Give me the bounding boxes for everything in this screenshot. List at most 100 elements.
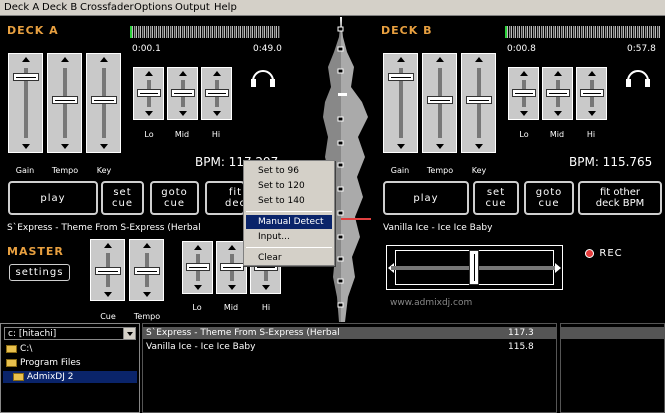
deck-a-eq-lo-slider[interactable] (133, 67, 164, 120)
arrow-up-icon[interactable] (227, 245, 236, 250)
arrow-down-icon[interactable] (227, 285, 236, 290)
crossfader-knob[interactable] (469, 250, 479, 285)
arrow-up-icon[interactable] (553, 71, 562, 76)
deck-a-fit-deck-button[interactable]: fit dec (205, 181, 245, 215)
arrow-down-icon[interactable] (435, 144, 444, 149)
deck-a-gain-slider[interactable] (8, 53, 43, 153)
deck-a-play-button[interactable]: play (8, 181, 98, 215)
master-cue-slider[interactable] (90, 239, 125, 301)
record-icon[interactable] (585, 249, 594, 258)
deck-a-waveform[interactable] (130, 26, 280, 38)
arrow-down-icon[interactable] (519, 111, 528, 116)
slider-knob[interactable] (579, 89, 604, 97)
menu-item-clear[interactable]: Clear (246, 251, 332, 265)
deck-b-tempo-slider[interactable] (422, 53, 457, 153)
slider-knob[interactable] (185, 263, 210, 271)
arrow-up-icon[interactable] (519, 71, 528, 76)
arrow-up-icon[interactable] (178, 71, 187, 76)
slider-knob[interactable] (90, 96, 117, 104)
slider-knob[interactable] (170, 89, 195, 97)
track-row[interactable]: Vanilla Ice - Ice Ice Baby 115.8 (143, 341, 556, 353)
master-tempo-slider[interactable] (129, 239, 164, 301)
menu-item-set-140[interactable]: Set to 140 (246, 194, 332, 208)
slider-knob[interactable] (51, 96, 78, 104)
slider-knob[interactable] (465, 96, 492, 104)
chevron-down-icon[interactable] (123, 328, 135, 339)
menu-deck-a[interactable]: Deck A (4, 2, 39, 13)
arrow-down-icon[interactable] (21, 144, 30, 149)
arrow-right-icon[interactable] (555, 262, 561, 273)
menu-crossfader[interactable]: Crossfader (80, 2, 134, 13)
deck-b-waveform[interactable] (505, 26, 660, 38)
arrow-up-icon[interactable] (474, 57, 483, 62)
arrow-up-icon[interactable] (396, 57, 405, 62)
track-row[interactable]: S`Express - Theme From S-Express (Herbal… (143, 327, 556, 339)
menu-item-set-96[interactable]: Set to 96 (246, 164, 332, 178)
arrow-down-icon[interactable] (587, 111, 596, 116)
menu-item-manual-detect[interactable]: Manual Detect (246, 215, 332, 229)
master-eq-lo-slider[interactable] (182, 241, 213, 294)
tree-item-program-files[interactable]: Program Files (6, 357, 81, 369)
settings-button[interactable]: settings (9, 264, 70, 281)
deck-a-headphone-icon[interactable] (250, 65, 276, 87)
arrow-down-icon[interactable] (212, 111, 221, 116)
arrow-up-icon[interactable] (212, 71, 221, 76)
slider-knob[interactable] (511, 89, 536, 97)
arrow-up-icon[interactable] (103, 243, 112, 248)
arrow-down-icon[interactable] (193, 285, 202, 290)
slider-knob[interactable] (204, 89, 229, 97)
menu-item-set-120[interactable]: Set to 120 (246, 179, 332, 193)
deck-a-eq-hi-slider[interactable] (201, 67, 232, 120)
arrow-up-icon[interactable] (435, 57, 444, 62)
arrow-down-icon[interactable] (103, 292, 112, 297)
crossfader[interactable] (386, 245, 563, 290)
deck-b-play-button[interactable]: play (383, 181, 469, 215)
arrow-up-icon[interactable] (21, 57, 30, 62)
deck-b-gain-slider[interactable] (383, 53, 418, 153)
arrow-up-icon[interactable] (144, 71, 153, 76)
menu-item-input[interactable]: Input... (246, 230, 332, 244)
menu-output[interactable]: Output (175, 2, 210, 13)
slider-knob[interactable] (94, 267, 121, 275)
arrow-up-icon[interactable] (587, 71, 596, 76)
deck-b-goto-cue-button[interactable]: goto cue (524, 181, 574, 215)
arrow-down-icon[interactable] (474, 144, 483, 149)
slider-knob[interactable] (133, 267, 160, 275)
arrow-down-icon[interactable] (178, 111, 187, 116)
deck-b-headphone-icon[interactable] (625, 65, 651, 87)
deck-a-key-slider[interactable] (86, 53, 121, 153)
arrow-up-icon[interactable] (193, 245, 202, 250)
deck-a-eq-mid-slider[interactable] (167, 67, 198, 120)
arrow-up-icon[interactable] (99, 57, 108, 62)
arrow-up-icon[interactable] (60, 57, 69, 62)
arrow-down-icon[interactable] (261, 285, 270, 290)
arrow-down-icon[interactable] (553, 111, 562, 116)
arrow-up-icon[interactable] (142, 243, 151, 248)
menu-deck-b[interactable]: Deck B (42, 2, 77, 13)
arrow-down-icon[interactable] (60, 144, 69, 149)
slider-knob[interactable] (136, 89, 161, 97)
deck-b-eq-hi-slider[interactable] (576, 67, 607, 120)
tree-item-admixdj[interactable]: AdmixDJ 2 (3, 371, 137, 383)
deck-b-bpm[interactable]: BPM: 115.765 (569, 155, 652, 169)
slider-knob[interactable] (219, 263, 244, 271)
deck-a-set-cue-button[interactable]: set cue (101, 181, 144, 215)
slider-knob[interactable] (545, 89, 570, 97)
deck-b-key-slider[interactable] (461, 53, 496, 153)
arrow-down-icon[interactable] (144, 111, 153, 116)
arrow-down-icon[interactable] (142, 292, 151, 297)
deck-b-eq-mid-slider[interactable] (542, 67, 573, 120)
drive-select[interactable]: c: [hitachi] (4, 327, 136, 340)
slider-knob[interactable] (12, 73, 39, 81)
menu-help[interactable]: Help (214, 2, 237, 13)
deck-a-goto-cue-button[interactable]: goto cue (150, 181, 199, 215)
deck-b-set-cue-button[interactable]: set cue (473, 181, 519, 215)
menu-options[interactable]: Options (134, 2, 173, 13)
slider-knob[interactable] (387, 73, 414, 81)
tree-item-root[interactable]: C:\ (6, 343, 32, 355)
deck-b-fit-other-deck-bpm-button[interactable]: fit other deck BPM (578, 181, 662, 215)
arrow-down-icon[interactable] (396, 144, 405, 149)
deck-b-eq-lo-slider[interactable] (508, 67, 539, 120)
arrow-down-icon[interactable] (99, 144, 108, 149)
slider-knob[interactable] (426, 96, 453, 104)
